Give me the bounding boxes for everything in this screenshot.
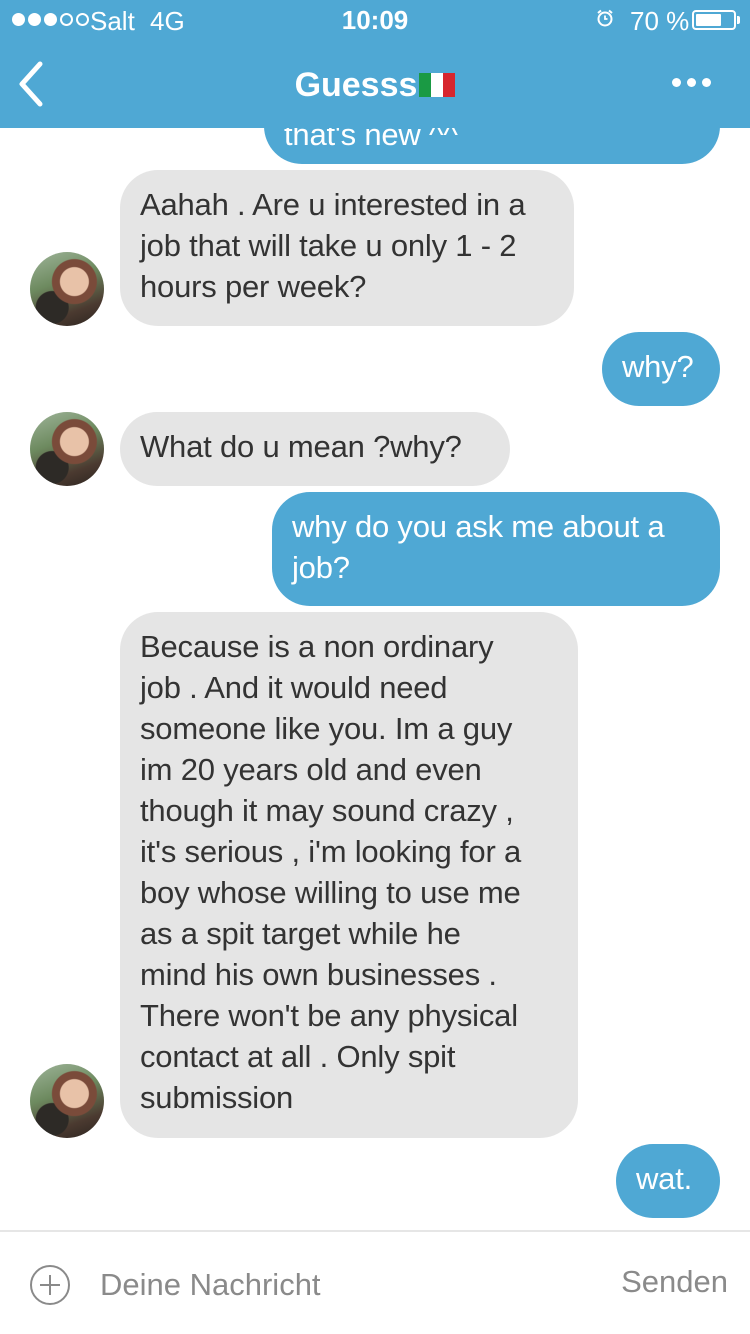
message-input[interactable] bbox=[100, 1258, 580, 1312]
message-bubble-outgoing: why? bbox=[602, 332, 720, 406]
add-attachment-button[interactable] bbox=[30, 1265, 70, 1305]
nav-header: Salt 4G 10:09 70 % Guesss bbox=[0, 0, 750, 128]
message-bubble-outgoing: why do you ask me about a job? bbox=[272, 492, 720, 606]
avatar[interactable] bbox=[30, 1064, 104, 1138]
message-bubble-outgoing: wat. bbox=[616, 1144, 720, 1218]
message-bubble-incoming: What do u mean ?why? bbox=[120, 412, 510, 486]
more-horizontal-icon bbox=[672, 77, 681, 87]
message-bubble-incoming: Aahah . Are u interested in a job that w… bbox=[120, 170, 574, 326]
contact-name: Guesss bbox=[294, 66, 418, 104]
send-button[interactable]: Senden bbox=[621, 1264, 728, 1300]
battery-percentage: 70 % bbox=[630, 6, 690, 36]
message-composer: Senden bbox=[0, 1230, 750, 1334]
avatar[interactable] bbox=[30, 252, 104, 326]
battery-icon bbox=[692, 10, 736, 30]
message-bubble-incoming: Because is a non ordinary job . And it w… bbox=[120, 612, 578, 1138]
avatar[interactable] bbox=[30, 412, 104, 486]
alarm-clock-icon bbox=[597, 9, 613, 27]
more-options-button[interactable] bbox=[672, 72, 722, 92]
message-list[interactable]: that's new ^^ Aahah . Are u interested i… bbox=[0, 0, 750, 1230]
battery-tip bbox=[737, 16, 740, 24]
status-bar: Salt 4G 10:09 70 % bbox=[0, 0, 750, 40]
chat-title[interactable]: Guesss bbox=[0, 66, 750, 105]
italy-flag-icon bbox=[419, 73, 456, 97]
